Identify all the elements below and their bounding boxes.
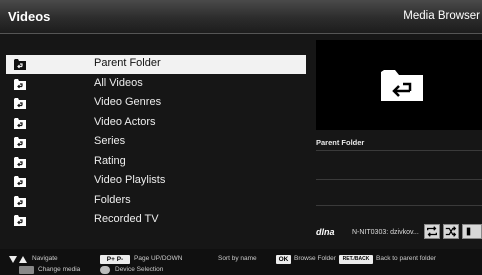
dlna-logo: dlna bbox=[316, 227, 335, 237]
folder-icon bbox=[14, 195, 26, 207]
arrow-down-icon bbox=[9, 256, 17, 263]
list-item[interactable]: Folders bbox=[6, 192, 306, 211]
page-title: Videos bbox=[8, 9, 51, 24]
info-divider bbox=[316, 179, 482, 180]
folder-icon bbox=[14, 176, 26, 187]
folder-icon bbox=[14, 137, 26, 148]
folder-icon bbox=[14, 78, 26, 90]
sort-hint: Sort by name bbox=[218, 255, 257, 262]
list-item[interactable]: All Videos bbox=[6, 75, 306, 94]
list-item-label: Recorded TV bbox=[94, 213, 159, 225]
list-item-label: Rating bbox=[94, 154, 126, 167]
list-item[interactable]: Video Playlists bbox=[6, 172, 306, 191]
playback-icon[interactable] bbox=[462, 224, 482, 239]
navigate-hint: Navigate bbox=[32, 255, 58, 262]
list-item[interactable]: Series bbox=[6, 133, 306, 152]
list-item-label: All Videos bbox=[94, 76, 143, 89]
shuffle-icon[interactable] bbox=[443, 224, 459, 239]
change-media-hint: Change media bbox=[38, 266, 81, 273]
list-item-label: Series bbox=[94, 135, 126, 147]
list-item-label: Video Playlists bbox=[94, 174, 166, 186]
page-key: P+ P- bbox=[100, 255, 130, 264]
repeat-icon[interactable] bbox=[424, 224, 440, 239]
breadcrumb: Media Browser bbox=[403, 10, 480, 22]
folder-up-icon bbox=[14, 59, 26, 70]
device-bar: dlna N-NIT0303: dzivkov... bbox=[316, 224, 482, 243]
list-item[interactable]: Video Actors bbox=[6, 114, 306, 133]
list-item-label: Folders bbox=[94, 193, 131, 206]
back-hint: Back to parent folder bbox=[376, 255, 436, 262]
list-item-parent-folder[interactable]: Parent Folder bbox=[6, 55, 306, 74]
info-divider bbox=[316, 150, 482, 151]
device-name: N-NIT0303: dzivkov... bbox=[352, 229, 419, 236]
device-key bbox=[100, 266, 110, 274]
folder-icon bbox=[14, 156, 26, 168]
back-key: RET./BACK bbox=[339, 255, 373, 264]
preview-pane bbox=[316, 40, 482, 130]
info-divider bbox=[316, 205, 482, 206]
list-item-label: Parent Folder bbox=[94, 57, 161, 69]
list-item[interactable]: Rating bbox=[6, 153, 306, 172]
device-selection-hint: Device Selection bbox=[115, 266, 164, 273]
ok-key: OK bbox=[276, 255, 291, 264]
folder-icon bbox=[14, 215, 26, 226]
folder-icon bbox=[14, 98, 26, 109]
media-key bbox=[19, 266, 34, 274]
page-hint: Page UP/DOWN bbox=[134, 255, 183, 262]
list-item-label: Video Actors bbox=[94, 115, 156, 128]
arrow-up-icon bbox=[19, 256, 27, 263]
media-list: Parent Folder All Videos Video Genres Video… bbox=[6, 55, 306, 231]
list-item[interactable]: Recorded TV bbox=[6, 211, 306, 230]
list-item-label: Video Genres bbox=[94, 96, 162, 108]
folder-back-icon bbox=[381, 70, 423, 101]
footer-bar: Navigate P+ P- Page UP/DOWN Sort by name… bbox=[0, 249, 482, 275]
folder-icon bbox=[14, 117, 26, 129]
browse-hint: Browse Folder bbox=[294, 255, 336, 262]
header-bar: Videos Media Browser bbox=[0, 0, 482, 34]
list-item[interactable]: Video Genres bbox=[6, 94, 306, 113]
info-title: Parent Folder bbox=[316, 138, 365, 147]
